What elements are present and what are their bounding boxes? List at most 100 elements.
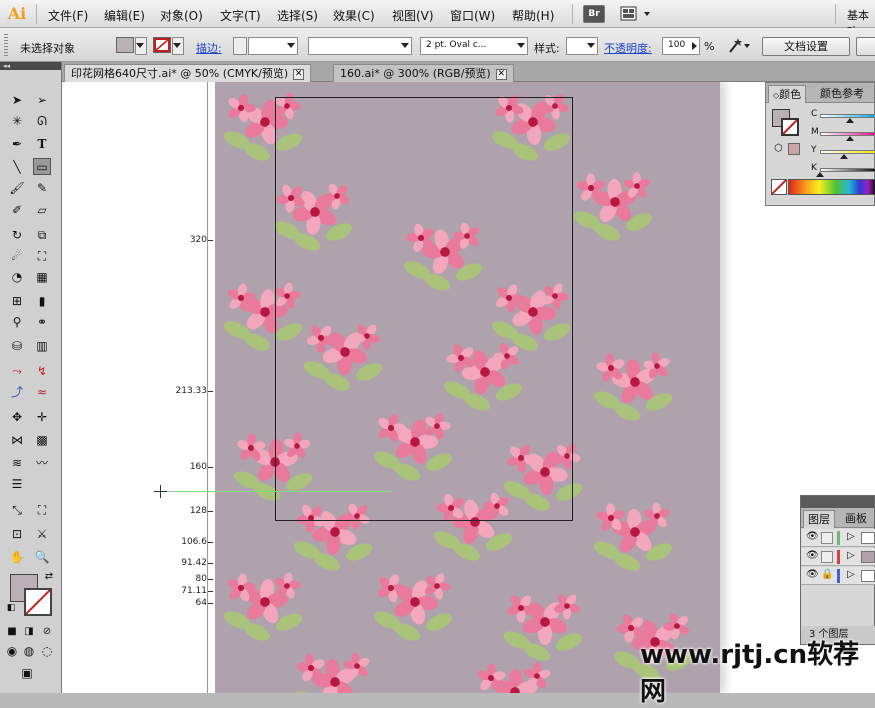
recolor-artwork-button[interactable] [724,36,752,56]
slider-knob[interactable] [846,136,854,141]
slider-y[interactable]: Y [806,145,875,159]
scale-tool-icon[interactable]: ⧉ [33,227,51,244]
stroke-label-link[interactable]: 描边: [196,40,222,56]
eyedropper-tool-icon[interactable]: ⚲ [8,314,26,331]
lasso-tool-icon[interactable]: ᘏ [33,113,51,130]
graphic-style-dropdown[interactable] [566,37,598,55]
tab-document-1[interactable]: 印花网格640尺寸.ai* @ 50% (CMYK/预览) ✕ [64,64,312,82]
expand-triangle-icon[interactable]: ▷ [847,550,855,561]
layer-row[interactable]: 👁 ▷ [801,529,875,547]
gradient-mode-icon[interactable]: ◨ [20,623,38,640]
fill-dropdown[interactable] [135,37,147,55]
fill-swatch[interactable] [116,37,134,53]
menu-view[interactable]: 视图(V) [392,7,434,24]
tab-artboards[interactable]: 画板 [841,510,871,528]
draw-behind-icon[interactable]: ◍ [20,643,38,660]
selection-tool-icon[interactable]: ➤ [8,92,26,109]
color-mode-icon[interactable]: ■ [3,623,21,640]
hand-tool-icon[interactable]: ✋ [8,549,26,566]
pen-tool-icon[interactable]: ✒ [8,136,26,153]
live-paint-tool-icon[interactable]: ⛶ [33,502,51,519]
color-spectrum-bar[interactable] [788,179,875,195]
slider-knob[interactable] [846,118,854,123]
knife-tool-icon[interactable]: ⚔ [33,526,51,543]
opacity-label-link[interactable]: 不透明度: [604,40,652,56]
slider-knob[interactable] [840,154,848,159]
pencil-tool-icon[interactable]: ✎ [33,180,51,197]
rectangle-tool-icon[interactable]: ▭ [33,158,51,175]
arrange-documents-button[interactable] [620,5,654,23]
rotate-tool-icon[interactable]: ↻ [8,227,26,244]
close-icon[interactable]: ✕ [293,68,305,80]
menu-help[interactable]: 帮助(H) [512,7,554,24]
smooth-tool-icon[interactable]: ≈ [33,384,51,401]
menu-file[interactable]: 文件(F) [48,7,88,24]
align-tool-icon[interactable]: ☰ [8,476,26,493]
menu-effect[interactable]: 效果(C) [333,7,375,24]
slider-k[interactable]: K [806,163,875,177]
out-of-gamut-icon[interactable]: ⬡ [774,143,783,154]
menu-type[interactable]: 文字(T) [220,7,261,24]
lock-toggle[interactable] [821,551,833,563]
width-tool-icon[interactable]: ⤳ [8,363,26,380]
anchor-tool-icon[interactable]: ⤴ [8,384,26,401]
slider-m[interactable]: M [806,127,875,141]
tab-document-2[interactable]: 160.ai* @ 300% (RGB/预览) ✕ [333,64,514,82]
blob-brush-tool-icon[interactable]: ✐ [8,202,26,219]
slider-c[interactable]: C [806,109,875,123]
screen-mode-icon[interactable]: ▣ [18,665,36,682]
gradient-tool-icon[interactable]: ▮ [33,293,51,310]
tab-layers[interactable]: 图层 [803,510,835,528]
none-color-button[interactable] [771,179,787,195]
eraser-tool-icon[interactable]: ▱ [33,202,51,219]
menu-select[interactable]: 选择(S) [277,7,318,24]
swap-fill-stroke-icon[interactable]: ⇄ [40,568,58,585]
eye-icon[interactable]: 👁 [806,550,819,561]
eye-icon[interactable]: 👁 [806,531,819,542]
draw-normal-icon[interactable]: ◉ [3,643,21,660]
crosshair-tool-icon[interactable]: ✛ [33,409,51,426]
slice-tool-icon[interactable]: ⤡ [8,502,26,519]
twirl-tool-icon[interactable]: ≋ [8,455,26,472]
menu-edit[interactable]: 编辑(E) [104,7,145,24]
close-icon[interactable]: ✕ [495,68,507,80]
puppet-tool-icon[interactable]: ✥ [8,409,26,426]
lock-toggle[interactable] [821,532,833,544]
mesh-grid-tool-icon[interactable]: ▩ [33,432,51,449]
brush-definition-dropdown[interactable]: 2 pt. Oval c... [420,37,528,55]
tools-panel-header[interactable]: ◂◂ [0,62,61,70]
stroke-weight-stepper[interactable] [233,37,247,55]
tab-color[interactable]: ◇颜色 [768,85,807,103]
document-setup-button[interactable]: 文档设置 [762,37,850,56]
type-tool-icon[interactable]: T [33,136,51,153]
stroke-dropdown[interactable] [172,37,184,55]
preferences-button[interactable] [856,37,875,56]
zoom-tool-icon[interactable]: 🔍 [33,549,51,566]
lock-icon[interactable]: 🔒 [821,569,833,580]
bridge-button[interactable]: Br [583,5,605,23]
direct-selection-tool-icon[interactable]: ➢ [33,92,51,109]
column-graph-tool-icon[interactable]: ▥ [33,338,51,355]
expand-triangle-icon[interactable]: ▷ [847,569,855,580]
wrinkle-tool-icon[interactable]: 〰 [33,455,51,472]
stroke-weight-dropdown[interactable] [248,37,298,55]
magic-wand-tool-icon[interactable]: ✳ [8,113,26,130]
expand-triangle-icon[interactable]: ▷ [847,531,855,542]
artboard-tool-icon[interactable]: ⊡ [8,526,26,543]
gamut-swatch[interactable] [788,143,800,155]
tab-color-guide[interactable]: 颜色参考 [816,85,868,103]
panel-grip-icon[interactable] [4,34,8,56]
layer-row[interactable]: 👁 ▷ [801,548,875,566]
free-transform-tool-icon[interactable]: ⛶ [33,248,51,265]
envelope-tool-icon[interactable]: ⋈ [8,432,26,449]
opacity-input[interactable]: 100 [662,37,700,55]
reshape-tool-icon[interactable]: ↯ [33,363,51,380]
shape-builder-tool-icon[interactable]: ◔ [8,269,26,286]
slider-knob[interactable] [816,172,824,177]
symbol-sprayer-tool-icon[interactable]: ⛁ [8,338,26,355]
layers-panel-header[interactable] [801,496,874,508]
stroke-swatch[interactable] [153,37,171,53]
warp-tool-icon[interactable]: ☄ [8,248,26,265]
variable-width-dropdown[interactable] [308,37,412,55]
menu-object[interactable]: 对象(O) [160,7,203,24]
